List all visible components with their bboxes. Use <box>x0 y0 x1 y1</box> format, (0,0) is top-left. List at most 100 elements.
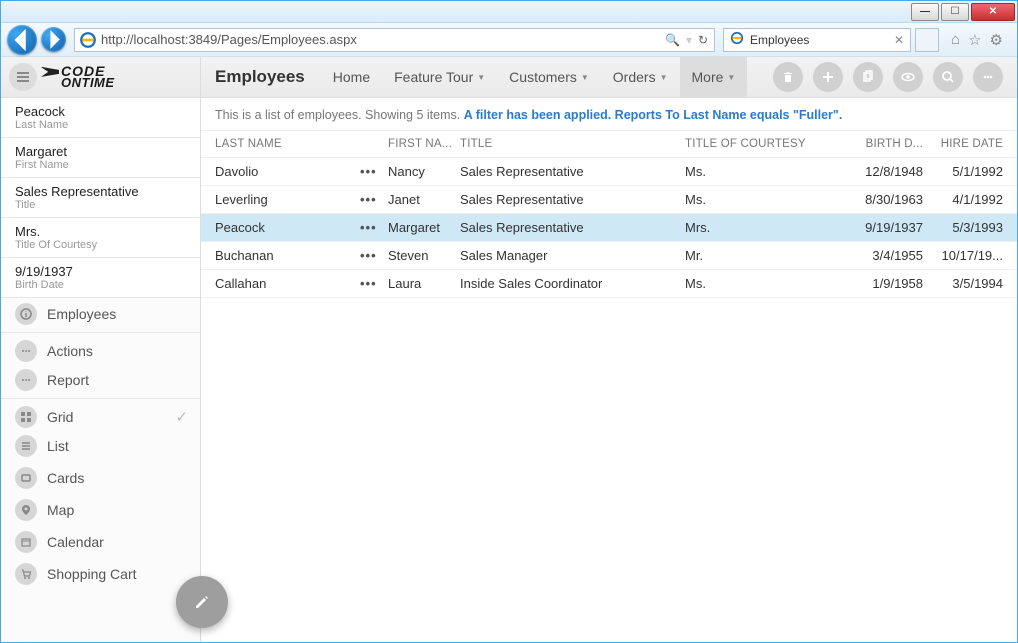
detail-value: Sales Representative <box>15 184 186 199</box>
url-input[interactable] <box>101 29 659 51</box>
col-title[interactable]: TITLE <box>460 138 685 150</box>
info-text: This is a list of employees. Showing 5 i… <box>215 108 464 122</box>
cart-icon <box>15 563 37 585</box>
col-first-name[interactable]: FIRST NA... <box>388 138 460 150</box>
browser-back-button[interactable] <box>7 25 37 55</box>
sidebar-item-cards[interactable]: Cards <box>1 462 200 494</box>
menu-home[interactable]: Home <box>321 57 382 98</box>
sidebar-item-label: Cards <box>47 470 84 486</box>
cell-last-name: Buchanan <box>215 248 360 263</box>
col-last-name[interactable]: LAST NAME <box>215 138 360 150</box>
dots-icon <box>15 340 37 362</box>
fab-edit-button[interactable] <box>176 576 228 628</box>
search-button[interactable] <box>933 62 963 92</box>
menu-feature-tour[interactable]: Feature Tour▼ <box>382 57 497 98</box>
cards-icon <box>15 467 37 489</box>
table-row[interactable]: Peacock•••MargaretSales RepresentativeMr… <box>201 214 1017 242</box>
favorites-icon[interactable]: ☆ <box>968 31 981 49</box>
sidebar-item-report[interactable]: Report <box>1 364 200 396</box>
row-actions-icon[interactable]: ••• <box>360 192 388 207</box>
window-close-button[interactable] <box>971 3 1015 21</box>
table-row[interactable]: Buchanan•••StevenSales ManagerMr.3/4/195… <box>201 242 1017 270</box>
col-title-of-courtesy[interactable]: TITLE OF COURTESY <box>685 138 845 150</box>
hamburger-button[interactable] <box>9 63 37 91</box>
sidebar-item-label: Report <box>47 372 89 388</box>
row-actions-icon[interactable]: ••• <box>360 164 388 179</box>
address-bar[interactable]: 🔍 ▾ ↻ <box>74 28 715 52</box>
cell-title: Sales Representative <box>460 220 685 235</box>
cell-title: Sales Representative <box>460 192 685 207</box>
map-pin-icon <box>15 499 37 521</box>
browser-tab[interactable]: Employees ✕ <box>723 28 911 52</box>
table-row[interactable]: Callahan•••LauraInside Sales Coordinator… <box>201 270 1017 298</box>
chevron-down-icon: ▼ <box>727 73 735 82</box>
sidebar-detail[interactable]: MargaretFirst Name <box>1 138 200 178</box>
sidebar-item-actions[interactable]: Actions <box>1 332 200 364</box>
col-hire-date[interactable]: HIRE DATE <box>933 138 1003 150</box>
trash-button[interactable] <box>773 62 803 92</box>
add-button[interactable] <box>813 62 843 92</box>
more-button[interactable] <box>973 62 1003 92</box>
cell-hire-date: 5/1/1992 <box>933 164 1003 179</box>
sidebar-item-cart[interactable]: Shopping Cart <box>1 558 200 590</box>
page-title: Employees <box>215 67 305 87</box>
row-actions-icon[interactable]: ••• <box>360 220 388 235</box>
detail-label: Title <box>15 199 186 211</box>
cell-hire-date: 4/1/1992 <box>933 192 1003 207</box>
tools-icon[interactable]: ⚙ <box>990 31 1003 49</box>
sidebar-detail[interactable]: Sales RepresentativeTitle <box>1 178 200 218</box>
dots-icon <box>15 369 37 391</box>
cell-birth-date: 3/4/1955 <box>845 248 933 263</box>
main-panel: Employees Home Feature Tour▼ Customers▼ … <box>201 57 1017 642</box>
copy-button[interactable] <box>853 62 883 92</box>
sidebar-item-map[interactable]: Map <box>1 494 200 526</box>
cell-last-name: Callahan <box>215 276 360 291</box>
sidebar-detail[interactable]: 9/19/1937Birth Date <box>1 258 200 298</box>
filter-link[interactable]: A filter has been applied. Reports To La… <box>464 108 843 122</box>
col-birth-date[interactable]: BIRTH D... <box>845 138 933 150</box>
chevron-down-icon: ▼ <box>660 73 668 82</box>
detail-value: Peacock <box>15 104 186 119</box>
ie-icon <box>730 31 744 48</box>
sidebar-item-label: Grid <box>47 409 73 425</box>
cell-birth-date: 8/30/1963 <box>845 192 933 207</box>
sidebar-item-label: Employees <box>47 306 116 322</box>
toolbar: Employees Home Feature Tour▼ Customers▼ … <box>201 57 1017 98</box>
cell-first-name: Nancy <box>388 164 460 179</box>
tab-close-icon[interactable]: ✕ <box>894 33 904 47</box>
logo-line2: ONTIME <box>61 77 115 89</box>
grid-icon <box>15 406 37 428</box>
list-icon <box>15 435 37 457</box>
window-minimize-button[interactable] <box>911 3 939 21</box>
home-icon[interactable]: ⌂ <box>951 31 960 49</box>
sidebar-item-grid[interactable]: Grid <box>1 398 200 430</box>
menu-customers[interactable]: Customers▼ <box>497 57 601 98</box>
sidebar-item-calendar[interactable]: Calendar <box>1 526 200 558</box>
info-icon <box>15 303 37 325</box>
menu-more[interactable]: More▼ <box>680 57 748 98</box>
row-actions-icon[interactable]: ••• <box>360 248 388 263</box>
cell-title-of-courtesy: Ms. <box>685 192 845 207</box>
cell-title: Inside Sales Coordinator <box>460 276 685 291</box>
sidebar-item-employees[interactable]: Employees <box>1 298 200 330</box>
window-maximize-button[interactable] <box>941 3 969 21</box>
browser-forward-button[interactable] <box>41 27 66 52</box>
cell-title-of-courtesy: Mrs. <box>685 220 845 235</box>
row-actions-icon[interactable]: ••• <box>360 276 388 291</box>
sidebar-detail[interactable]: Mrs.Title Of Courtesy <box>1 218 200 258</box>
search-icon[interactable]: 🔍 <box>665 33 680 47</box>
sidebar-item-label: Actions <box>47 343 93 359</box>
chevron-down-icon: ▼ <box>581 73 589 82</box>
table-row[interactable]: Davolio•••NancySales RepresentativeMs.12… <box>201 158 1017 186</box>
view-button[interactable] <box>893 62 923 92</box>
refresh-icon[interactable]: ↻ <box>698 33 708 47</box>
detail-value: Mrs. <box>15 224 186 239</box>
menu-orders[interactable]: Orders▼ <box>601 57 680 98</box>
cell-first-name: Janet <box>388 192 460 207</box>
sidebar-item-list[interactable]: List <box>1 430 200 462</box>
sidebar-detail[interactable]: PeacockLast Name <box>1 98 200 138</box>
cell-last-name: Leverling <box>215 192 360 207</box>
table-row[interactable]: Leverling•••JanetSales RepresentativeMs.… <box>201 186 1017 214</box>
cell-birth-date: 12/8/1948 <box>845 164 933 179</box>
new-tab-button[interactable] <box>915 28 939 52</box>
